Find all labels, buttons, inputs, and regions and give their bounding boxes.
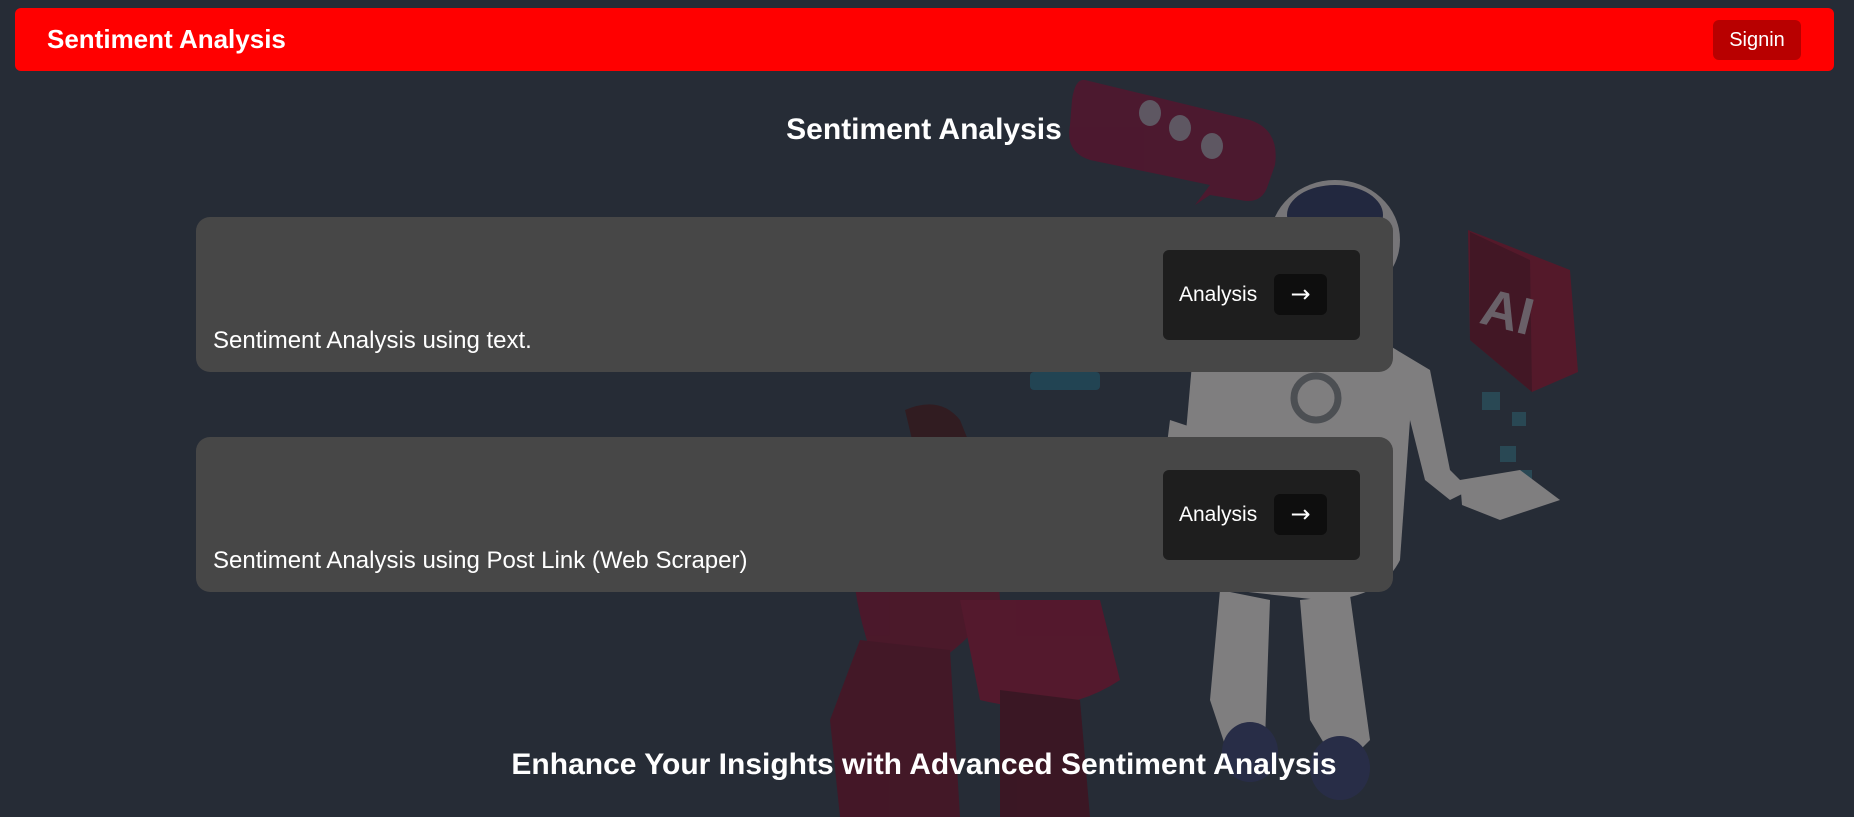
analysis-button-label: Analysis bbox=[1179, 503, 1258, 526]
post-link-analysis-card: Sentiment Analysis using Post Link (Web … bbox=[196, 437, 1393, 592]
top-navbar: Sentiment Analysis Signin bbox=[15, 8, 1834, 71]
ai-cube-icon: AI bbox=[1468, 230, 1578, 482]
arrow-right-icon: → bbox=[1274, 494, 1327, 535]
signin-button[interactable]: Signin bbox=[1713, 20, 1801, 60]
analysis-button-text[interactable]: Analysis → bbox=[1163, 250, 1360, 340]
section-heading: Enhance Your Insights with Advanced Sent… bbox=[511, 748, 1337, 781]
tablet-illustration bbox=[1030, 372, 1100, 390]
analysis-button-label: Analysis bbox=[1179, 283, 1258, 306]
analysis-button-post-link[interactable]: Analysis → bbox=[1163, 470, 1360, 560]
brand-title[interactable]: Sentiment Analysis bbox=[47, 8, 286, 71]
card-description: Sentiment Analysis using Post Link (Web … bbox=[213, 547, 748, 574]
text-analysis-card: Sentiment Analysis using text. Analysis … bbox=[196, 217, 1393, 372]
page-title: Sentiment Analysis bbox=[786, 113, 1062, 146]
arrow-right-icon: → bbox=[1274, 274, 1327, 315]
card-description: Sentiment Analysis using text. bbox=[213, 327, 532, 354]
